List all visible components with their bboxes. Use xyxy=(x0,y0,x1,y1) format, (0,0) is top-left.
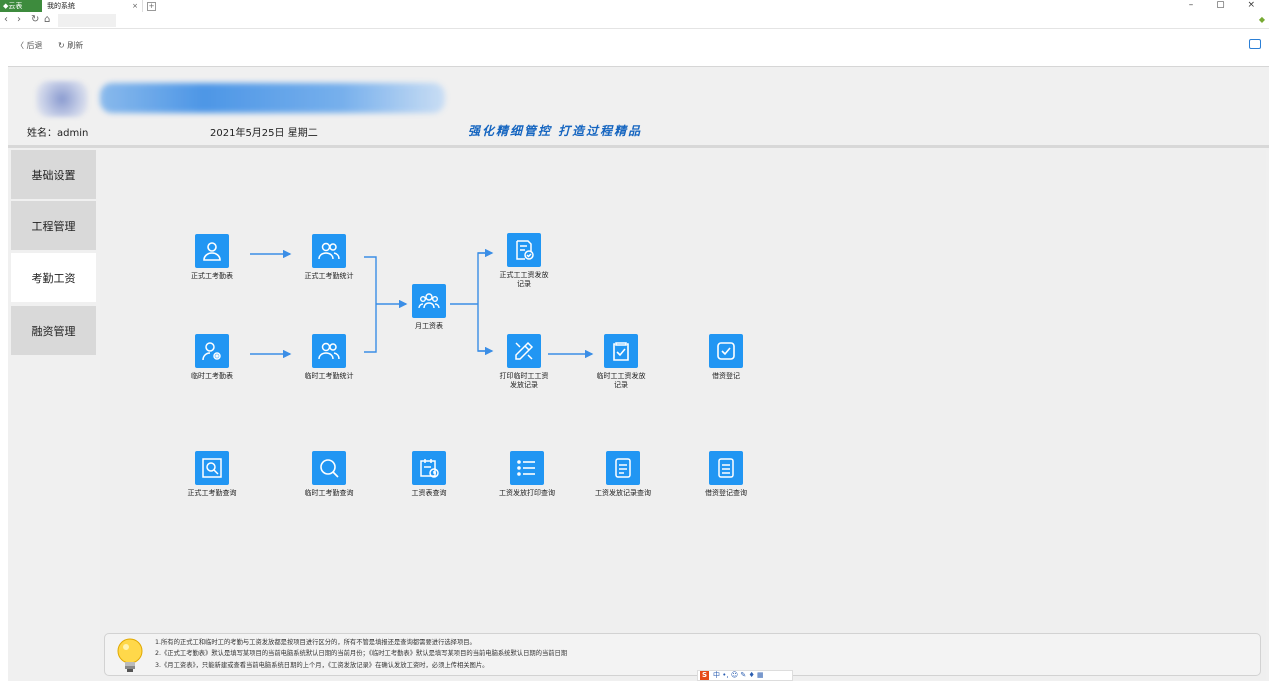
node-label: 借资登记查询 xyxy=(705,489,747,497)
node-formal-payroll-record[interactable]: 正式工工资发放记录 xyxy=(494,233,554,289)
user-icon xyxy=(195,234,229,268)
tab-home[interactable]: ◆云表 xyxy=(0,0,42,12)
node-label: 临时工工资发放记录 xyxy=(596,372,646,389)
image-search-icon xyxy=(195,451,229,485)
company-logo xyxy=(36,81,88,117)
node-salary-query[interactable]: 工资表查询 xyxy=(402,451,456,498)
node-payroll-print-query[interactable]: 工资发放打印查询 xyxy=(490,451,564,498)
search-icon xyxy=(312,451,346,485)
note-line: 3.《月工资表》，只能新建或查看当前电脑系统日期的上个月，《工资发放记录》在确认… xyxy=(155,661,489,669)
sogou-icon: S xyxy=(700,671,710,680)
node-formal-attendance-query[interactable]: 正式工考勤查询 xyxy=(180,451,244,498)
app-window: 姓名：admin 2021年5月25日 星期二 强化精细管控 打造过程精品 基础… xyxy=(8,66,1269,681)
node-label: 正式工考勤统计 xyxy=(304,272,354,280)
users-icon xyxy=(312,334,346,368)
sidebar-item-label: 基础设置 xyxy=(31,168,76,182)
ime-status: 中 •, ☺ ✎ ♦ ▦ xyxy=(713,671,764,679)
node-label: 打印临时工工资发放记录 xyxy=(499,372,549,389)
sidebar-item-label: 融资管理 xyxy=(31,324,76,338)
ime-toolbar[interactable]: S中 •, ☺ ✎ ♦ ▦ xyxy=(697,670,793,681)
pencil-ruler-icon xyxy=(507,334,541,368)
node-loan-register-query[interactable]: 借资登记查询 xyxy=(691,451,761,498)
address-bar: ‹ › ↻ ⌂ ◆ xyxy=(0,13,1269,29)
new-tab-icon[interactable]: + xyxy=(147,2,156,11)
sidebar-item-basic-settings[interactable]: 基础设置 xyxy=(11,150,96,199)
node-label: 借资登记 xyxy=(712,372,740,380)
lightbulb-icon xyxy=(117,638,143,672)
close-icon[interactable]: × xyxy=(132,0,138,12)
list-icon xyxy=(510,451,544,485)
user-label: 姓名：admin xyxy=(27,128,89,139)
slogan: 强化精细管控 打造过程精品 xyxy=(468,124,643,138)
bracket-right xyxy=(477,252,488,352)
node-loan-register[interactable]: 借资登记 xyxy=(696,334,756,381)
node-monthly-salary[interactable]: 月工资表 xyxy=(404,284,454,331)
sidebar-item-project-management[interactable]: 工程管理 xyxy=(11,201,96,250)
node-temp-attendance[interactable]: 临时工考勤表 xyxy=(182,334,242,381)
node-label: 临时工考勤统计 xyxy=(304,372,354,380)
sidebar-item-label: 考勤工资 xyxy=(31,271,76,285)
node-formal-attendance-stats[interactable]: 正式工考勤统计 xyxy=(294,234,364,281)
page-toolbar: 〈 后退 ↻ 刷新 xyxy=(0,34,1269,58)
calendar-clock-icon xyxy=(412,451,446,485)
window-controls[interactable]: – ▢ × xyxy=(1189,0,1265,10)
url-field[interactable] xyxy=(58,14,116,27)
node-print-temp-payroll[interactable]: 打印临时工工资发放记录 xyxy=(494,334,554,390)
back-icon[interactable]: ‹ xyxy=(4,14,8,25)
clipboard-check-icon xyxy=(604,334,638,368)
node-formal-attendance[interactable]: 正式工考勤表 xyxy=(182,234,242,281)
document-lines-icon xyxy=(709,451,743,485)
node-temp-attendance-query[interactable]: 临时工考勤查询 xyxy=(292,451,366,498)
back-button[interactable]: 〈 后退 xyxy=(16,40,43,51)
refresh-icon[interactable]: ↻ xyxy=(31,14,39,25)
node-label: 正式工工资发放记录 xyxy=(499,271,549,288)
node-temp-payroll-record[interactable]: 临时工工资发放记录 xyxy=(591,334,651,390)
notes-text: 1.所有的正式工和临时工的考勤与工资发放都是按项目进行区分的，所有不管是填报还是… xyxy=(155,637,567,671)
users-icon xyxy=(312,234,346,268)
refresh-button[interactable]: ↻ 刷新 xyxy=(58,40,83,51)
browser-tabstrip: ◆云表 我的系统 × + – ▢ × xyxy=(0,0,1269,13)
node-label: 工资发放打印查询 xyxy=(499,489,555,497)
notes-panel: 1.所有的正式工和临时工的考勤与工资发放都是按项目进行区分的，所有不管是填报还是… xyxy=(104,633,1261,676)
node-label: 正式工考勤表 xyxy=(191,272,233,280)
date-label: 2021年5月25日 星期二 xyxy=(210,128,318,139)
node-label: 临时工考勤表 xyxy=(191,372,233,380)
extension-icon[interactable]: ◆ xyxy=(1259,15,1265,24)
forward-icon[interactable]: › xyxy=(17,14,21,25)
document-check-icon xyxy=(507,233,541,267)
workflow-arrows xyxy=(250,248,594,359)
user-gear-icon xyxy=(195,334,229,368)
node-label: 工资发放记录查询 xyxy=(595,489,651,497)
node-label: 临时工考勤查询 xyxy=(304,489,354,497)
document-lines-icon xyxy=(606,451,640,485)
checkbox-icon xyxy=(709,334,743,368)
note-line: 1.所有的正式工和临时工的考勤与工资发放都是按项目进行区分的，所有不管是填报还是… xyxy=(155,639,476,646)
sidebar-item-label: 工程管理 xyxy=(31,219,76,233)
header-divider xyxy=(8,145,1269,148)
sidebar-item-financing[interactable]: 融资管理 xyxy=(11,306,96,355)
sidebar-item-attendance-salary[interactable]: 考勤工资 xyxy=(11,253,96,302)
display-mode-icon[interactable] xyxy=(1249,39,1261,49)
app-header: 姓名：admin 2021年5月25日 星期二 强化精细管控 打造过程精品 xyxy=(8,67,1269,145)
bracket-left xyxy=(364,256,377,353)
home-icon[interactable]: ⌂ xyxy=(44,14,50,25)
company-name-banner xyxy=(100,83,445,113)
node-temp-attendance-stats[interactable]: 临时工考勤统计 xyxy=(294,334,364,381)
group-icon xyxy=(412,284,446,318)
workflow-panel: 正式工考勤表 正式工考勤统计 月工资表 正式工工资发放记录 临时工考勤表 临时工… xyxy=(100,150,1266,680)
node-label: 工资表查询 xyxy=(411,489,447,497)
tab-my-system[interactable]: 我的系统 × xyxy=(43,0,143,12)
note-line: 2.《正式工考勤表》默认是填写某项目的当前电脑系统默认日期的当前月份；《临时工考… xyxy=(155,650,568,658)
node-label: 月工资表 xyxy=(415,322,443,330)
node-label: 正式工考勤查询 xyxy=(187,489,237,497)
node-payroll-record-query[interactable]: 工资发放记录查询 xyxy=(586,451,660,498)
tab-label: 我的系统 xyxy=(47,2,75,10)
